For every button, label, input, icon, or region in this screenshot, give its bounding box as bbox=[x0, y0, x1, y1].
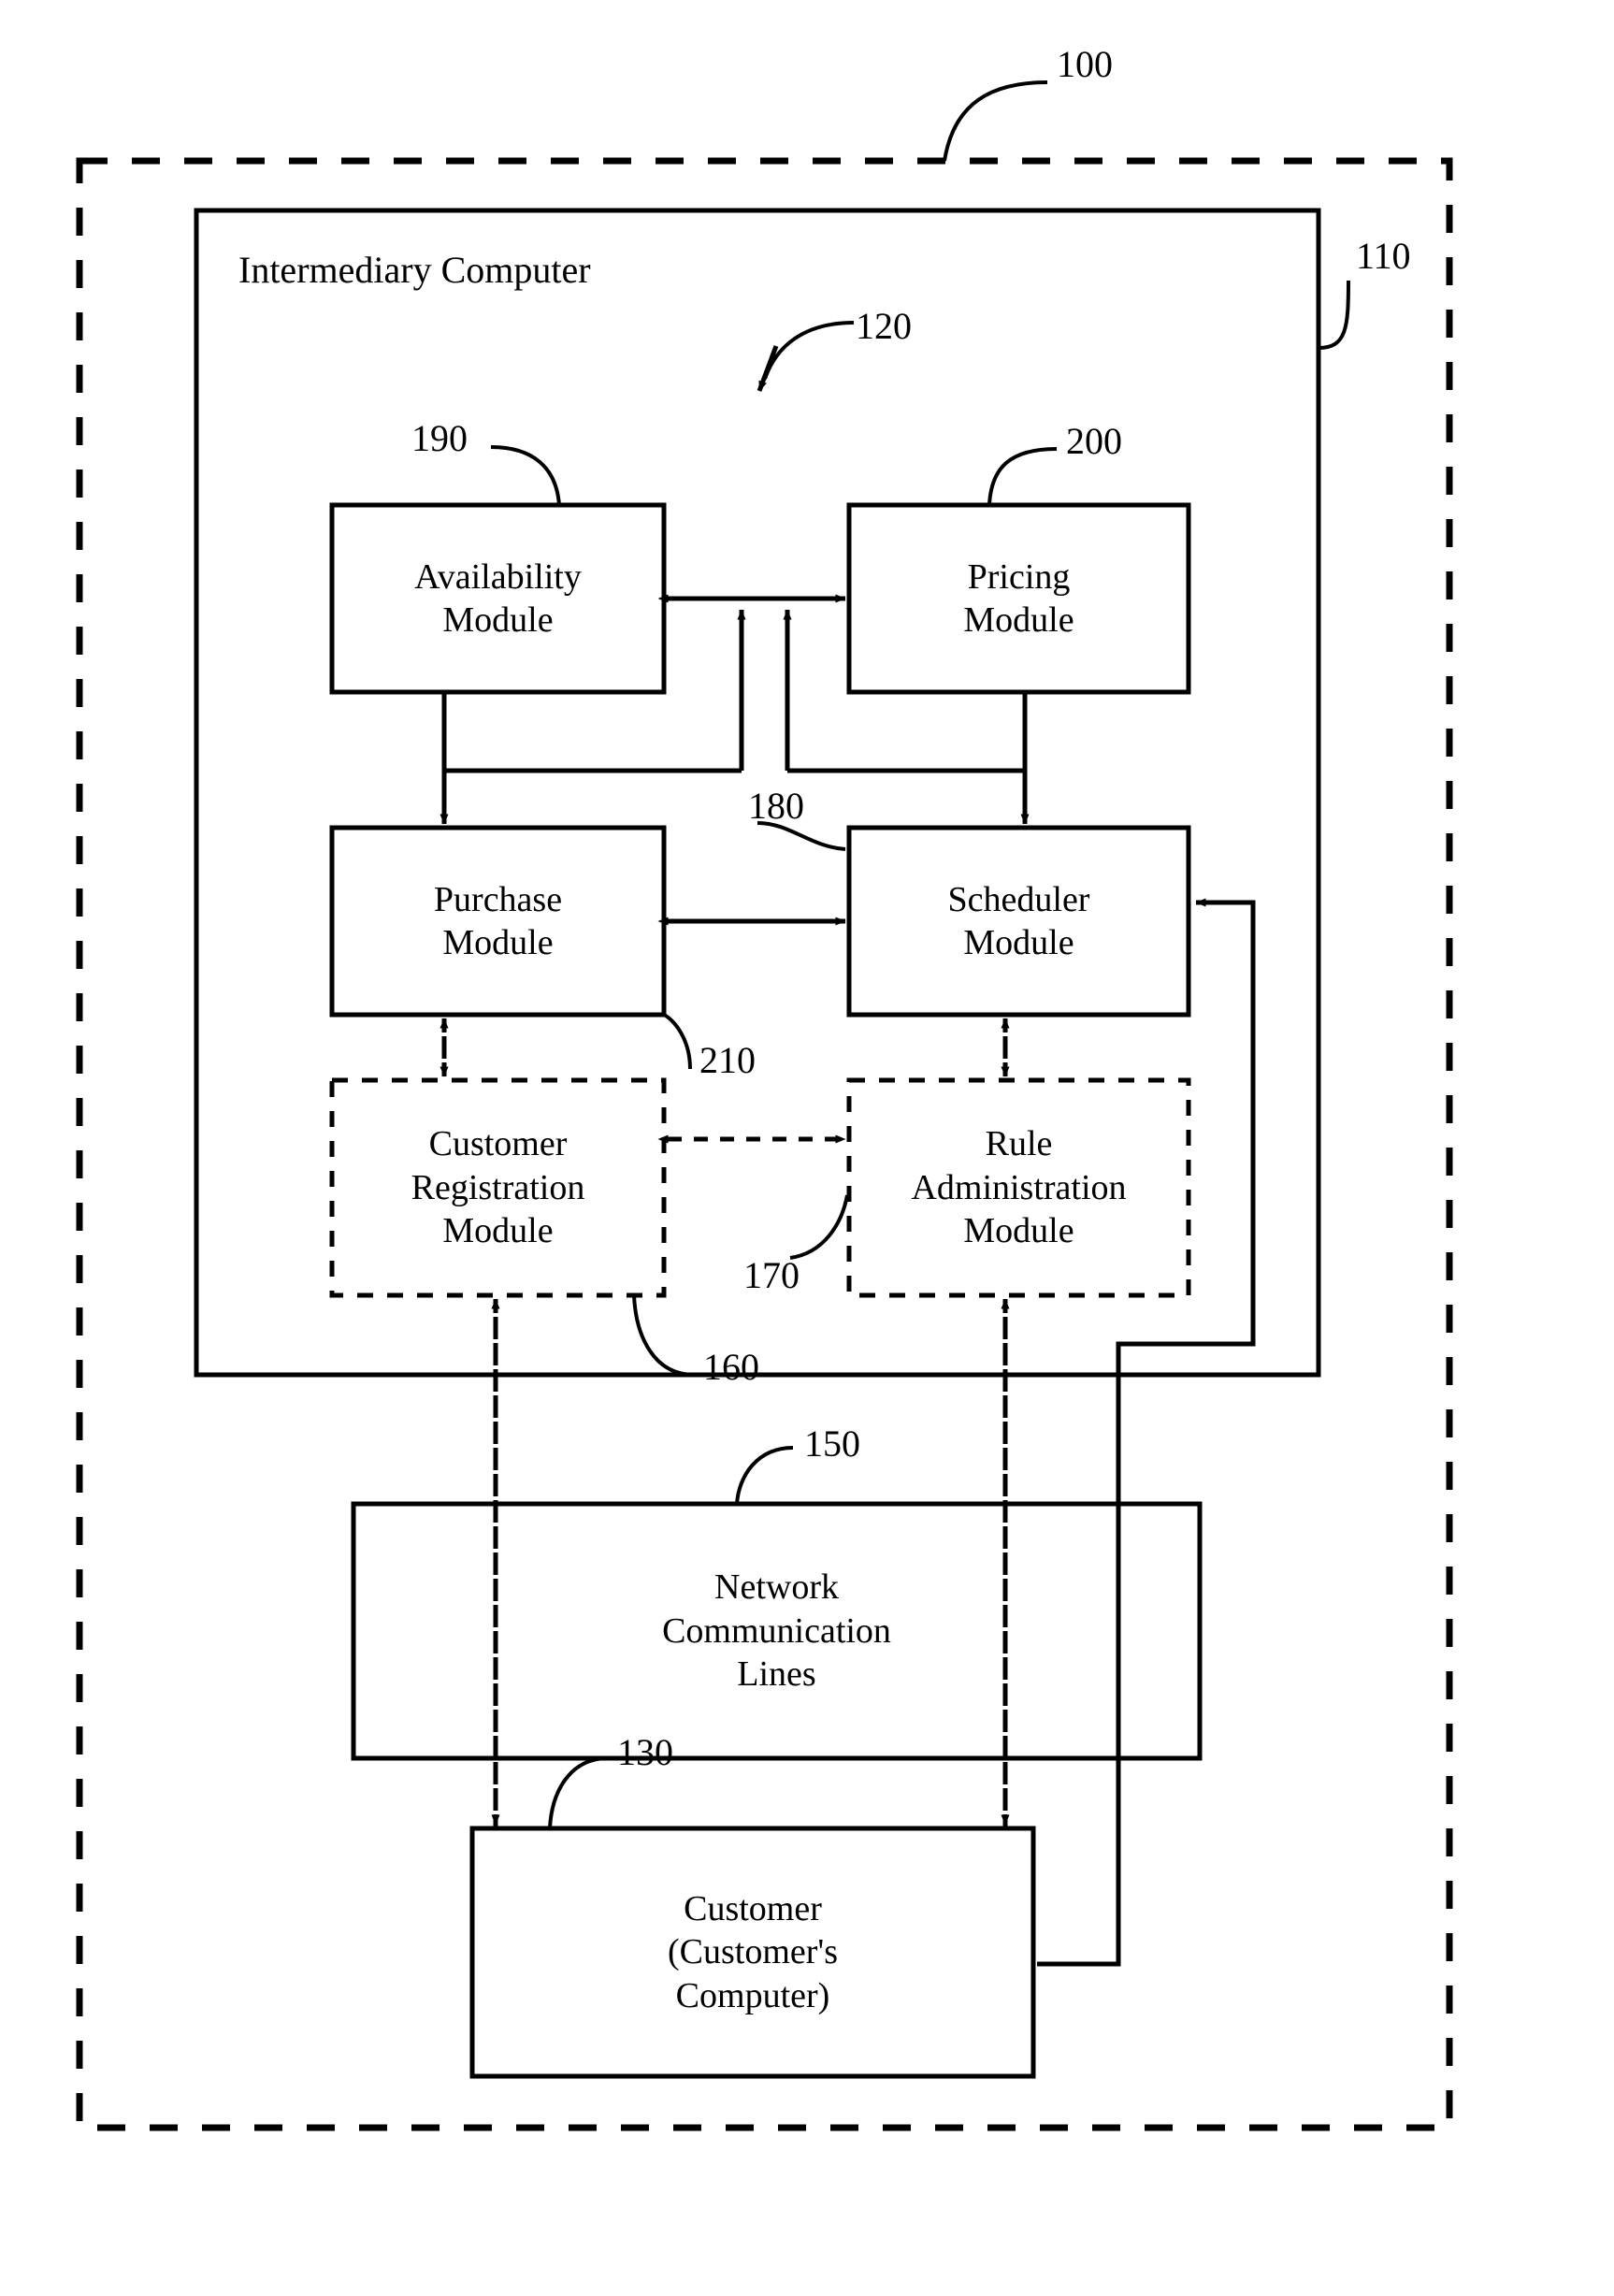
leader-130 bbox=[548, 1756, 609, 1829]
leader-200 bbox=[987, 447, 1058, 506]
leader-210 bbox=[662, 1013, 692, 1070]
figure-drawing-canvas bbox=[76, 80, 1453, 2131]
customer-registration-module-box bbox=[329, 1077, 667, 1298]
leader-100 bbox=[943, 80, 1048, 162]
leader-180 bbox=[757, 821, 846, 851]
inner-boundary-110 bbox=[194, 208, 1321, 1378]
leader-190 bbox=[490, 445, 561, 506]
leader-170 bbox=[789, 1194, 849, 1260]
leader-120-arrow bbox=[757, 345, 779, 392]
purchase-module-box bbox=[329, 825, 667, 1018]
leader-160 bbox=[632, 1294, 695, 1377]
rule-administration-module-box bbox=[846, 1077, 1191, 1298]
outer-boundary-100 bbox=[76, 157, 1453, 2131]
network-communication-lines-box bbox=[351, 1501, 1203, 1761]
leader-110 bbox=[1318, 280, 1350, 350]
availability-module-box bbox=[329, 502, 667, 695]
customer-computer-box bbox=[469, 1826, 1036, 2079]
scheduler-module-box bbox=[846, 825, 1191, 1018]
leader-120-curve bbox=[763, 321, 855, 380]
pricing-module-box bbox=[846, 502, 1191, 695]
connector-customer-scheduler-feedback bbox=[1037, 898, 1256, 1967]
leader-150 bbox=[735, 1446, 794, 1505]
patent-figure: Intermediary Computer Availability Modul… bbox=[0, 0, 1614, 2296]
